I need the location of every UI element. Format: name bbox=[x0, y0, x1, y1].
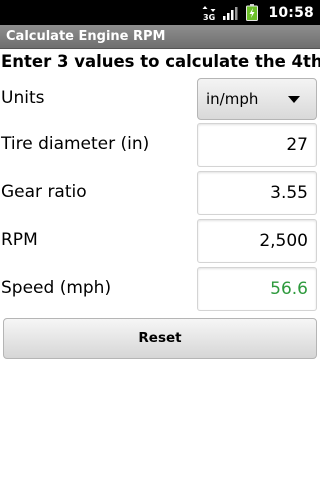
units-selected-value: in/mph bbox=[206, 90, 259, 108]
units-label: Units bbox=[1, 88, 45, 108]
tire-diameter-input[interactable]: 27 bbox=[197, 123, 317, 167]
gear-ratio-input[interactable]: 3.55 bbox=[197, 171, 317, 215]
svg-text:3G: 3G bbox=[203, 13, 215, 21]
rpm-input[interactable]: 2,500 bbox=[197, 219, 317, 263]
status-icons: 3G 10:58 bbox=[202, 0, 320, 25]
units-dropdown[interactable]: in/mph bbox=[197, 78, 317, 120]
reset-button[interactable]: Reset bbox=[3, 318, 317, 359]
app-title-bar: Calculate Engine RPM bbox=[0, 25, 320, 49]
app-title: Calculate Engine RPM bbox=[6, 29, 166, 44]
tire-diameter-label: Tire diameter (in) bbox=[1, 134, 150, 154]
status-bar: 3G 10:58 bbox=[0, 0, 320, 25]
chevron-down-icon bbox=[288, 96, 300, 103]
speed-input[interactable]: 56.6 bbox=[197, 267, 317, 311]
speed-label: Speed (mph) bbox=[1, 278, 112, 298]
rpm-label: RPM bbox=[1, 230, 38, 250]
data-transfer-icon: 3G bbox=[202, 5, 216, 21]
signal-icon bbox=[223, 6, 238, 20]
gear-ratio-label: Gear ratio bbox=[1, 182, 87, 202]
clock: 10:58 bbox=[268, 4, 314, 21]
battery-charging-icon bbox=[246, 4, 259, 21]
instruction-heading: Enter 3 values to calculate the 4th bbox=[1, 52, 320, 71]
